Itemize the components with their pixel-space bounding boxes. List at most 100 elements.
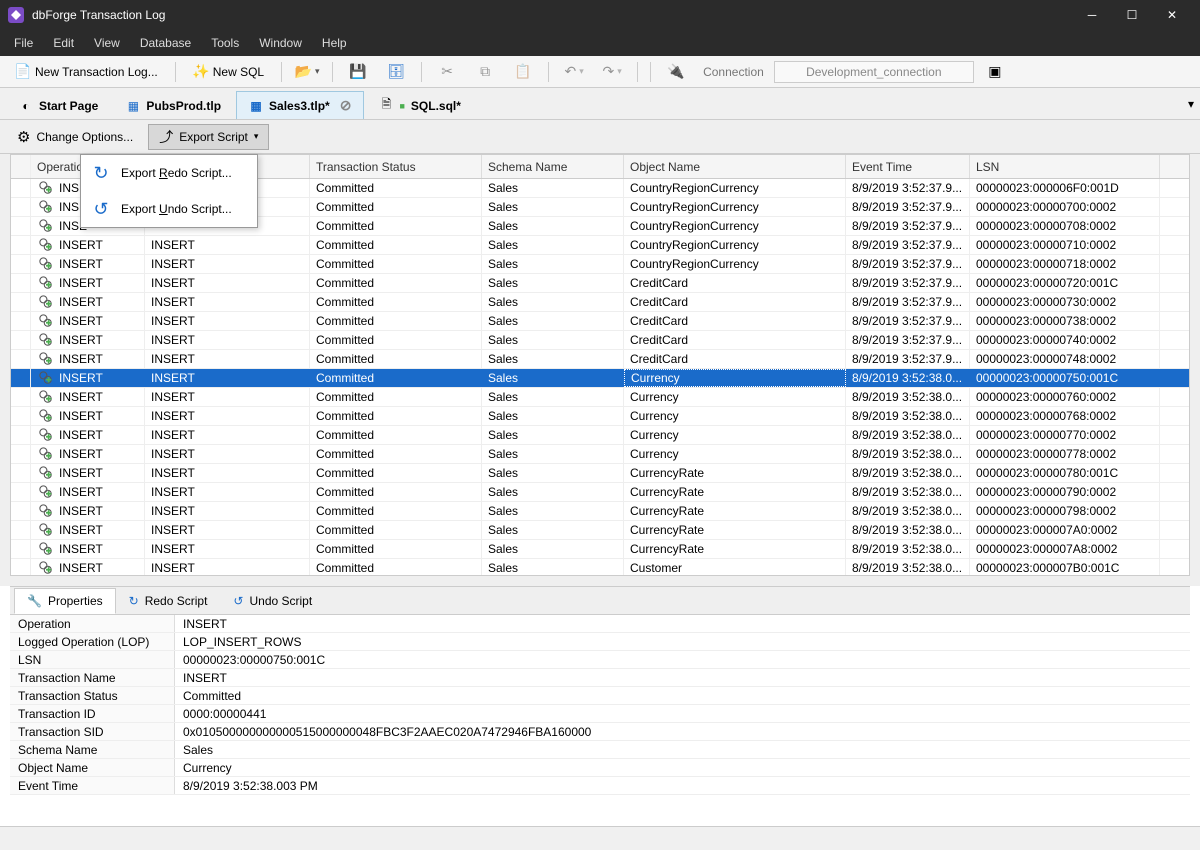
save-button[interactable]: 💾 — [341, 60, 375, 84]
tab-sql[interactable]: 🗎 ■ SQL.sql* — [366, 91, 473, 119]
separator — [650, 62, 651, 82]
cell-event-time: 8/9/2019 3:52:37.9... — [846, 179, 970, 197]
plug-icon: 🔌 — [668, 64, 684, 80]
copy-button[interactable]: ⧉ — [468, 60, 502, 84]
cell-schema-name: Sales — [482, 445, 624, 463]
tab-pubsprod[interactable]: ▦ PubsProd.tlp — [113, 91, 234, 119]
menu-database[interactable]: Database — [130, 30, 201, 56]
cell-operation: INSERT — [31, 369, 145, 387]
table-row[interactable]: →INSERTINSERTCommittedSalesCurrency8/9/2… — [11, 369, 1189, 388]
menu-help[interactable]: Help — [312, 30, 357, 56]
table-row[interactable]: INSERTINSERTCommittedSalesCurrencyRate8/… — [11, 483, 1189, 502]
cell-transaction-status: Committed — [310, 483, 482, 501]
table-row[interactable]: INSERTINSERTCommittedSalesCurrency8/9/20… — [11, 426, 1189, 445]
menu-file[interactable]: File — [4, 30, 43, 56]
grid-body[interactable]: INSECommittedSalesCountryRegionCurrency8… — [11, 179, 1189, 575]
maximize-button[interactable]: ☐ — [1112, 0, 1152, 30]
cell-transaction-name: INSERT — [145, 502, 310, 520]
export-redo-script-item[interactable]: ↻ Export Redo Script... — [81, 155, 257, 191]
table-row[interactable]: INSERTINSERTCommittedSalesCurrencyRate8/… — [11, 540, 1189, 559]
table-row[interactable]: INSERTINSERTCommittedSalesCurrency8/9/20… — [11, 407, 1189, 426]
table-row[interactable]: INSERTINSERTCommittedSalesCreditCard8/9/… — [11, 331, 1189, 350]
column-object-name[interactable]: Object Name — [624, 155, 846, 178]
tab-sales3[interactable]: ▦ Sales3.tlp* ⊘ — [236, 91, 364, 119]
cell-event-time: 8/9/2019 3:52:38.0... — [846, 407, 970, 425]
table-row[interactable]: INSERTINSERTCommittedSalesCustomer8/9/20… — [11, 559, 1189, 575]
table-row[interactable]: INSERTINSERTCommittedSalesCreditCard8/9/… — [11, 274, 1189, 293]
cut-button[interactable]: ✂ — [430, 60, 464, 84]
export-undo-script-item[interactable]: ↺ Export Undo Script... — [81, 191, 257, 227]
cell-schema-name: Sales — [482, 483, 624, 501]
connection-settings-button[interactable]: ▣ — [978, 60, 1012, 84]
property-row: Transaction ID0000:00000441 — [10, 705, 1190, 723]
cell-schema-name: Sales — [482, 331, 624, 349]
column-transaction-status[interactable]: Transaction Status — [310, 155, 482, 178]
property-key: Transaction SID — [10, 723, 175, 740]
cell-transaction-name: INSERT — [145, 350, 310, 368]
menu-tools[interactable]: Tools — [201, 30, 249, 56]
row-indicator — [11, 559, 31, 575]
column-event-time[interactable]: Event Time — [846, 155, 970, 178]
properties-grid: OperationINSERTLogged Operation (LOP)LOP… — [10, 615, 1190, 816]
cell-schema-name: Sales — [482, 464, 624, 482]
tabs-overflow-button[interactable]: ▾ — [1188, 97, 1194, 119]
table-row[interactable]: INSERTINSERTCommittedSalesCurrencyRate8/… — [11, 502, 1189, 521]
table-row[interactable]: INSERTINSERTCommittedSalesCountryRegionC… — [11, 236, 1189, 255]
menu-edit[interactable]: Edit — [43, 30, 84, 56]
insert-icon — [37, 447, 55, 461]
change-options-button[interactable]: ⚙ Change Options... — [6, 124, 144, 150]
cell-event-time: 8/9/2019 3:52:38.0... — [846, 426, 970, 444]
cell-event-time: 8/9/2019 3:52:37.9... — [846, 255, 970, 273]
redo-arrow-icon: ↻ — [129, 594, 139, 608]
separator — [281, 62, 282, 82]
tab-start-page[interactable]: ◐ Start Page — [6, 91, 111, 119]
new-transaction-log-button[interactable]: 📄 New Transaction Log... — [6, 60, 167, 84]
save-all-button[interactable]: 🗄 — [379, 60, 413, 84]
cell-lsn: 00000023:00000708:0002 — [970, 217, 1160, 235]
row-indicator — [11, 445, 31, 463]
open-button[interactable]: 📂 — [290, 60, 324, 84]
table-row[interactable]: INSERTINSERTCommittedSalesCreditCard8/9/… — [11, 350, 1189, 369]
cell-schema-name: Sales — [482, 502, 624, 520]
new-sql-button[interactable]: ✨ New SQL — [184, 60, 273, 84]
cell-transaction-name: INSERT — [145, 388, 310, 406]
close-icon[interactable]: ⊘ — [340, 97, 352, 114]
cell-lsn: 00000023:00000718:0002 — [970, 255, 1160, 273]
cell-object-name: CreditCard — [624, 274, 846, 292]
redo-button[interactable]: ↷ — [595, 60, 629, 84]
cut-icon: ✂ — [439, 64, 455, 80]
table-row[interactable]: INSERTINSERTCommittedSalesCurrency8/9/20… — [11, 445, 1189, 464]
tab-redo-script[interactable]: ↻ Redo Script — [116, 588, 221, 614]
table-row[interactable]: INSERTINSERTCommittedSalesCurrencyRate8/… — [11, 464, 1189, 483]
property-row: Object NameCurrency — [10, 759, 1190, 777]
cell-lsn: 00000023:000007B0:001C — [970, 559, 1160, 575]
export-script-button[interactable]: ⤴ Export Script ▾ — [148, 124, 269, 150]
cell-transaction-status: Committed — [310, 236, 482, 254]
property-key: LSN — [10, 651, 175, 668]
tab-label: Start Page — [39, 99, 98, 113]
column-lsn[interactable]: LSN — [970, 155, 1160, 178]
connection-dropdown[interactable] — [774, 61, 974, 83]
row-indicator — [11, 331, 31, 349]
tab-properties[interactable]: 🔧 Properties — [14, 588, 116, 614]
cell-transaction-name: INSERT — [145, 236, 310, 254]
save-all-icon: 🗄 — [388, 64, 404, 80]
status-dot-icon: ■ — [399, 101, 404, 111]
menu-window[interactable]: Window — [249, 30, 312, 56]
close-button[interactable]: ✕ — [1152, 0, 1192, 30]
undo-button[interactable]: ↶ — [557, 60, 591, 84]
menu-view[interactable]: View — [84, 30, 130, 56]
cell-transaction-name: INSERT — [145, 426, 310, 444]
table-row[interactable]: INSERTINSERTCommittedSalesCreditCard8/9/… — [11, 312, 1189, 331]
table-row[interactable]: INSERTINSERTCommittedSalesCreditCard8/9/… — [11, 293, 1189, 312]
table-row[interactable]: INSERTINSERTCommittedSalesCountryRegionC… — [11, 255, 1189, 274]
column-schema-name[interactable]: Schema Name — [482, 155, 624, 178]
tab-undo-script[interactable]: ↺ Undo Script — [220, 588, 325, 614]
table-row[interactable]: INSERTINSERTCommittedSalesCurrency8/9/20… — [11, 388, 1189, 407]
paste-button[interactable]: 📋 — [506, 60, 540, 84]
app-icon — [8, 7, 24, 23]
table-row[interactable]: INSERTINSERTCommittedSalesCurrencyRate8/… — [11, 521, 1189, 540]
connect-button[interactable]: 🔌 — [659, 60, 693, 84]
tab-label: Properties — [48, 594, 103, 608]
minimize-button[interactable]: ─ — [1072, 0, 1112, 30]
